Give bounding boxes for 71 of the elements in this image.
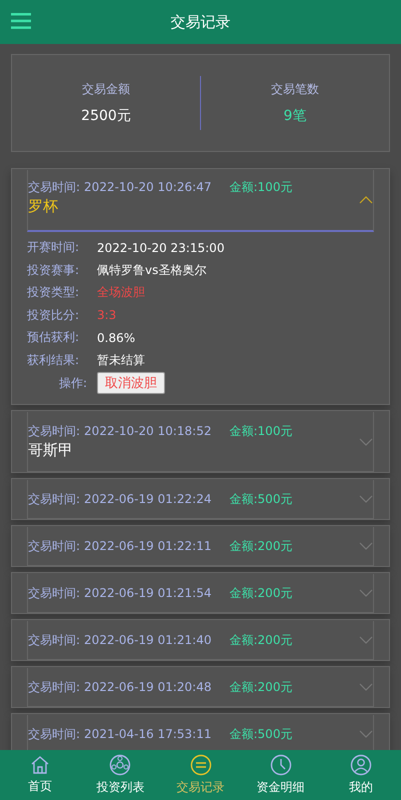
record-header[interactable]: 交易时间: 2022-10-20 10:18:52 金额:100元 哥斯甲 (27, 412, 374, 472)
page-title: 交易记录 (170, 12, 230, 32)
time-label: 交易时间: (28, 680, 80, 695)
amount-text: 金额:200元 (230, 586, 292, 601)
stat-value: 9笔 (284, 107, 306, 125)
chevron-down-icon[interactable] (359, 636, 373, 644)
menu-icon[interactable] (11, 13, 31, 29)
nav-tab[interactable]: 交易记录 (160, 750, 241, 800)
home-icon (30, 755, 50, 775)
time-label: 交易时间: (28, 424, 80, 439)
detail-value: 2022-10-20 23:15:00 (97, 240, 224, 255)
nav-tab[interactable]: 我的 (320, 750, 401, 800)
cancel-button[interactable]: 取消波胆 (97, 372, 165, 394)
detail-value: 0.86% (97, 330, 136, 345)
time-value: 2022-06-19 01:21:54 (84, 586, 212, 601)
ball-icon (109, 754, 132, 776)
time-value: 2021-04-16 17:53:11 (84, 727, 212, 742)
time-label: 交易时间: (28, 539, 80, 554)
time-value: 2022-10-20 10:26:47 (84, 180, 212, 195)
chevron-down-icon[interactable] (359, 495, 373, 503)
nav-tab[interactable]: 投资列表 (80, 750, 160, 800)
detail-value: 3:3 (97, 308, 116, 322)
detail-value: 全场波胆 (97, 284, 145, 302)
time-label: 交易时间: (28, 180, 80, 195)
time-value: 2022-06-19 01:20:48 (84, 680, 212, 695)
amount-text: 金额:100元 (230, 424, 292, 439)
stat-label: 交易金额 (82, 81, 130, 98)
chevron-down-icon[interactable] (359, 542, 373, 550)
amount-text: 金额:100元 (230, 180, 292, 195)
clock-icon (270, 754, 292, 776)
time-label: 交易时间: (28, 633, 80, 648)
time-value: 2022-06-19 01:21:40 (84, 633, 212, 648)
detail-label: 操作: (58, 374, 87, 392)
nav-tab[interactable]: 首页 (0, 750, 80, 800)
time-label: 交易时间: (28, 586, 80, 601)
stat-value: 2500元 (81, 107, 131, 125)
time-label: 交易时间: (28, 727, 80, 742)
record-header[interactable]: 交易时间: 2022-06-19 01:20:48 金额:200元 (27, 668, 374, 707)
time-value: 2022-06-19 01:22:24 (84, 492, 212, 507)
amount-text: 金额:200元 (230, 633, 292, 648)
amount-text: 金额:500元 (230, 492, 292, 507)
record-header[interactable]: 交易时间: 2022-06-19 01:22:24 金额:500元 (27, 480, 374, 519)
chevron-up-icon[interactable] (359, 196, 373, 204)
record-header[interactable]: 交易时间: 2022-06-19 01:22:11 金额:200元 (27, 527, 374, 566)
time-value: 2022-10-20 10:18:52 (84, 424, 212, 439)
record-header[interactable]: 交易时间: 2022-10-20 10:26:47 金额:100元 罗杯 (27, 170, 374, 232)
amount-text: 金额:500元 (230, 727, 292, 742)
amount-text: 金额:200元 (230, 680, 292, 695)
chevron-down-icon[interactable] (359, 683, 373, 691)
chevron-down-icon[interactable] (359, 730, 373, 738)
record-header[interactable]: 交易时间: 2022-06-19 01:21:54 金额:200元 (27, 574, 374, 613)
match-name: 哥斯甲 (28, 441, 73, 460)
detail-label: 投资赛事: (27, 262, 80, 279)
detail-label: 开赛时间: (27, 239, 80, 256)
detail-label: 预估获利: (27, 329, 80, 346)
match-name: 罗杯 (28, 197, 58, 216)
amount-text: 金额:200元 (230, 539, 292, 554)
nav-tab[interactable]: 资金明细 (240, 750, 321, 800)
detail-value: 暂未结算 (97, 352, 145, 369)
detail-label: 获利结果: (27, 352, 80, 369)
record-header[interactable]: 交易时间: 2022-06-19 01:21:40 金额:200元 (27, 621, 374, 660)
detail-value: 佩特罗鲁vs圣格奥尔 (97, 262, 206, 279)
detail-label: 投资比分: (27, 306, 80, 324)
detail-label: 投资类型: (27, 284, 80, 302)
user-icon (350, 754, 372, 776)
exchange-icon (190, 754, 212, 776)
time-label: 交易时间: (28, 492, 80, 507)
stat-label: 交易笔数 (271, 81, 319, 98)
time-value: 2022-06-19 01:22:11 (84, 539, 212, 554)
chevron-down-icon[interactable] (359, 438, 373, 446)
chevron-down-icon[interactable] (359, 589, 373, 597)
